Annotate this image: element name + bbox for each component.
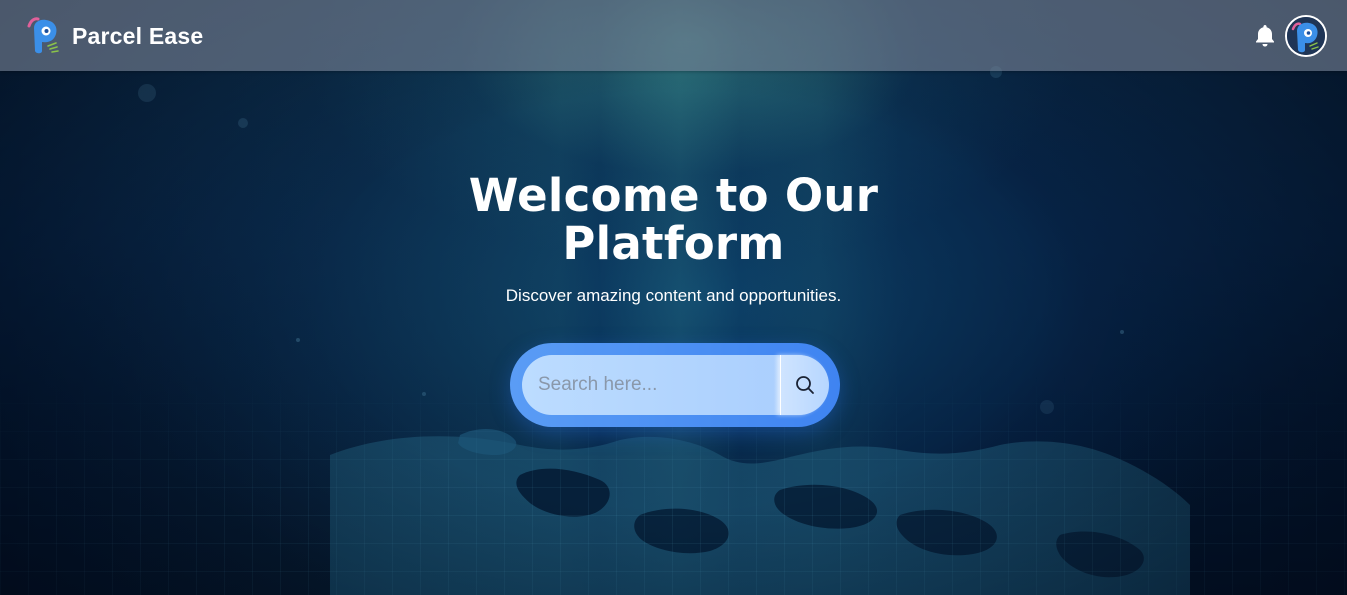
particle: [1040, 400, 1054, 414]
particle: [422, 392, 426, 396]
search-bar: [510, 343, 840, 427]
brand[interactable]: Parcel Ease: [26, 16, 203, 56]
top-navbar: Parcel Ease: [0, 0, 1347, 71]
page: Parcel Ease Welcome to Our Platform Disc…: [0, 0, 1347, 595]
particle: [238, 118, 248, 128]
hero-subtitle: Discover amazing content and opportuniti…: [505, 286, 842, 305]
search-button[interactable]: [780, 355, 829, 415]
parcel-ease-logo-icon: [27, 17, 59, 54]
brand-name: Parcel Ease: [72, 22, 204, 49]
avatar[interactable]: [1285, 15, 1327, 57]
bell-icon[interactable]: [1254, 23, 1276, 47]
hero-section: Welcome to Our Platform Discover amazing…: [0, 172, 1347, 306]
hero-title: Welcome to Our Platform: [468, 169, 879, 270]
particle: [296, 338, 300, 342]
search-icon: [796, 376, 814, 394]
avatar-logo-icon: [1287, 17, 1325, 55]
particle: [138, 84, 156, 102]
particle: [1120, 330, 1124, 334]
